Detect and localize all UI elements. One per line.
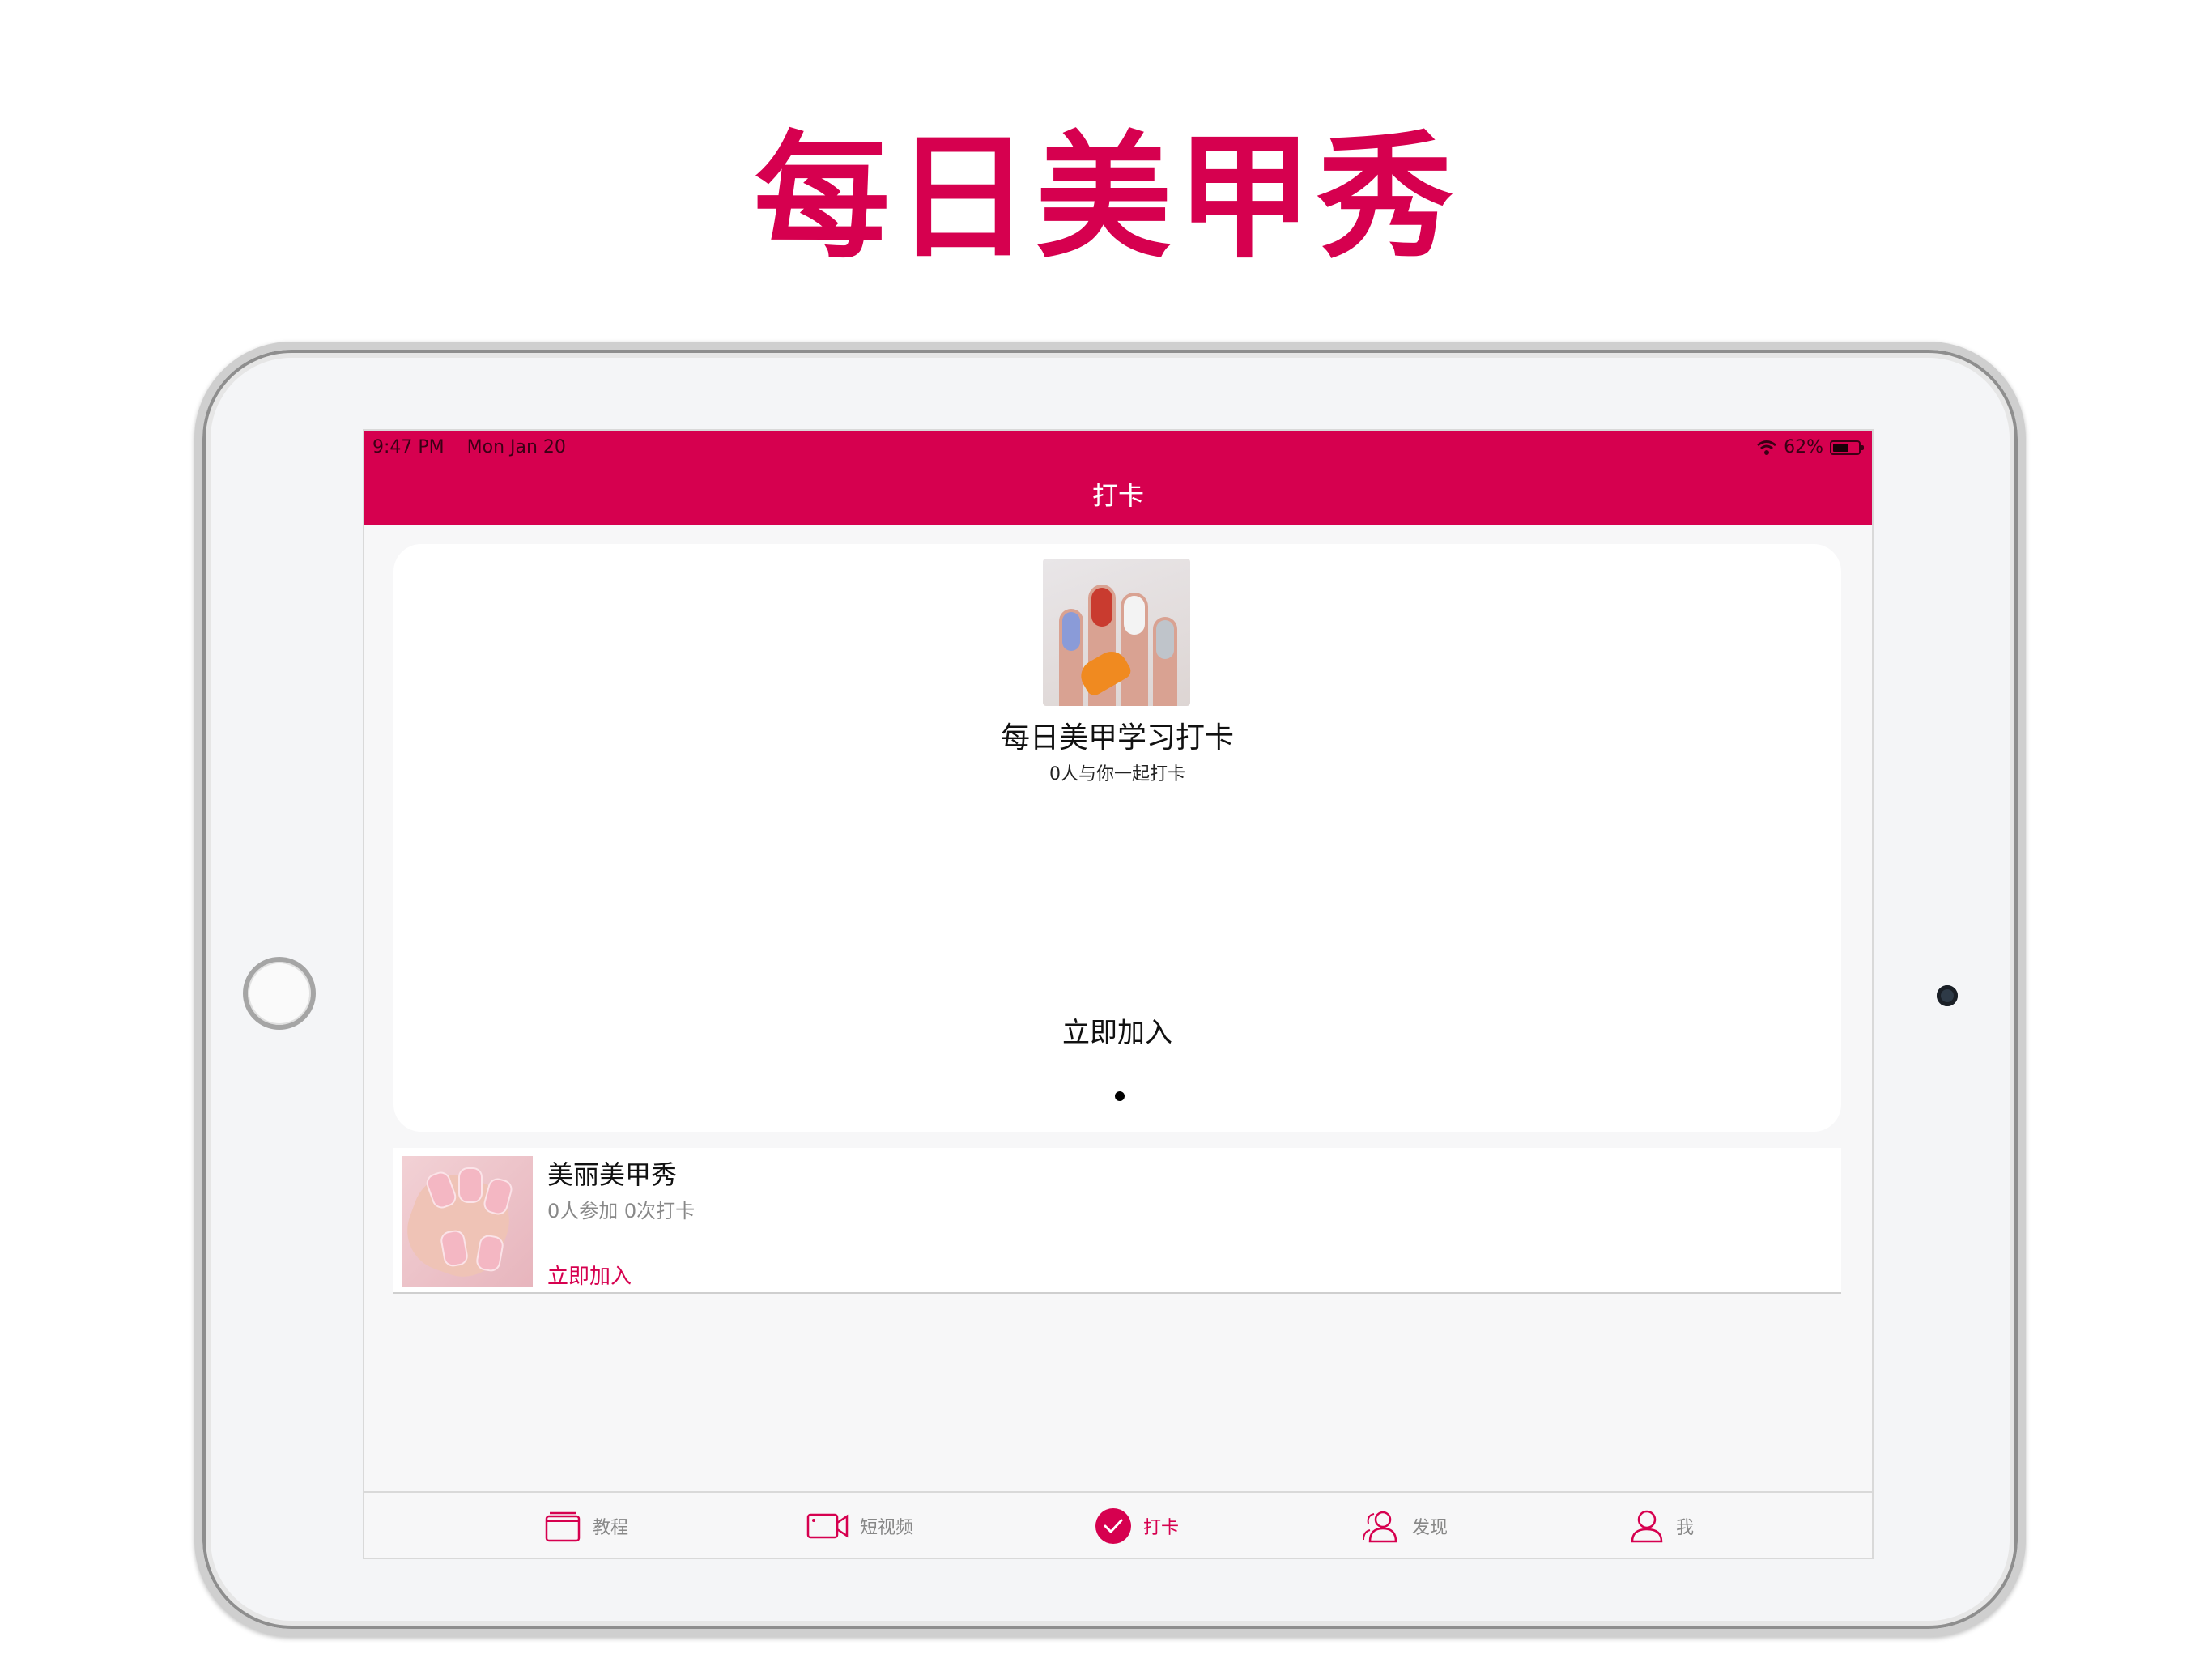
user-icon [1631,1510,1663,1543]
battery-icon [1830,440,1864,455]
tab-discover[interactable]: 发现 [1362,1493,1448,1558]
people-icon [1363,1511,1397,1543]
status-time-date: 9:47 PM Mon Jan 20 [372,437,566,457]
hero-checkin-card[interactable]: 每日美甲学习打卡 0人与你一起打卡 立即加入 [393,544,1841,1132]
finger-shape [1121,593,1148,706]
nail-art-shape [1124,596,1145,635]
hero-title: 每日美甲学习打卡 [1000,721,1234,755]
status-indicators: 62% [1756,437,1864,457]
battery-percent: 62% [1784,437,1823,457]
finger-shape [1153,617,1177,706]
finger-shape [1059,609,1083,706]
tab-label: 打卡 [1143,1518,1180,1538]
tab-me[interactable]: 我 [1629,1493,1694,1558]
group-stats: 0人参加 0次打卡 [547,1200,696,1222]
group-nail-image [402,1156,533,1287]
tab-label: 短视频 [860,1518,914,1538]
group-join-link[interactable]: 立即加入 [547,1260,632,1290]
tab-checkin[interactable]: 打卡 [1095,1493,1179,1558]
list-item-group[interactable]: 美丽美甲秀 0人参加 0次打卡 立即加入 [393,1148,1841,1294]
nail-art-shape [1156,620,1174,659]
hero-join-button[interactable]: 立即加入 [393,1010,1841,1050]
promo-headline: 每日美甲秀 [754,118,1458,277]
status-time: 9:47 PM [372,437,445,457]
tab-label: 我 [1676,1518,1695,1538]
hero-nail-art-image [1043,559,1190,706]
video-camera-icon [806,1513,849,1539]
nav-title: 打卡 [364,466,1872,525]
tab-label: 教程 [593,1518,629,1538]
app-screen: 9:47 PM Mon Jan 20 62% 打卡 每日美甲学习打卡 0人与你一… [363,429,1874,1559]
tab-tutorial[interactable]: 教程 [544,1493,628,1558]
book-icon [545,1511,581,1542]
nail-art-shape [1062,612,1080,651]
tab-short-video[interactable]: 短视频 [806,1493,913,1558]
status-bar: 9:47 PM Mon Jan 20 62% [364,431,1872,466]
nail-shape [458,1167,483,1203]
hero-subtitle: 0人与你一起打卡 [1049,764,1185,784]
battery-fill [1833,443,1848,452]
front-camera [1937,985,1958,1006]
wifi-icon [1757,440,1777,455]
status-date: Mon Jan 20 [466,437,566,457]
group-title: 美丽美甲秀 [547,1159,678,1190]
tab-label: 发现 [1412,1518,1448,1538]
nail-art-shape [1091,588,1112,627]
page-indicator-dot [1115,1091,1125,1101]
nail-shape [481,1175,515,1218]
checkmark-circle-icon [1095,1508,1131,1544]
tab-bar: 教程 短视频 打卡 发现 我 [364,1491,1872,1558]
home-button [243,957,316,1030]
ipad-device-frame: 9:47 PM Mon Jan 20 62% 打卡 每日美甲学习打卡 0人与你一… [194,342,2026,1637]
